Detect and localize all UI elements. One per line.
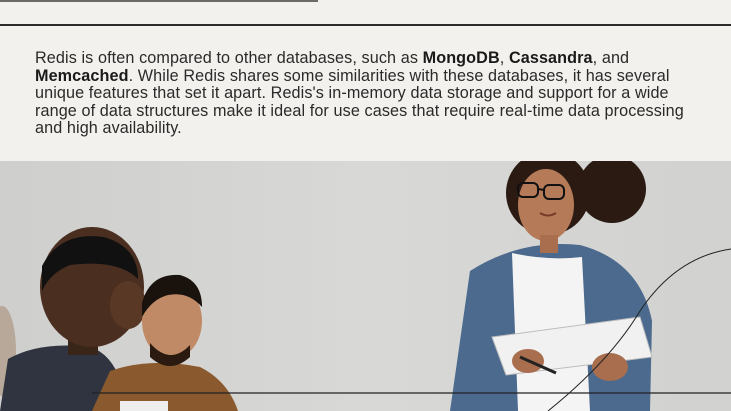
separator: , bbox=[499, 49, 509, 67]
previous-image-edge bbox=[0, 0, 318, 2]
mongodb-label: MongoDB bbox=[422, 49, 500, 67]
comparison-paragraph: Redis is often compared to other databas… bbox=[35, 49, 700, 138]
photo-illustration bbox=[0, 161, 731, 411]
team-meeting-photo bbox=[0, 161, 731, 411]
separator: , and bbox=[592, 49, 630, 67]
top-strip bbox=[0, 0, 731, 24]
memcached-label: Memcached bbox=[35, 66, 129, 85]
cassandra-label: Cassandra bbox=[508, 49, 593, 67]
paragraph-body: . While Redis shares some similarities w… bbox=[35, 66, 684, 137]
paragraph-intro: Redis is often compared to other databas… bbox=[35, 49, 423, 67]
section-divider bbox=[0, 24, 731, 26]
